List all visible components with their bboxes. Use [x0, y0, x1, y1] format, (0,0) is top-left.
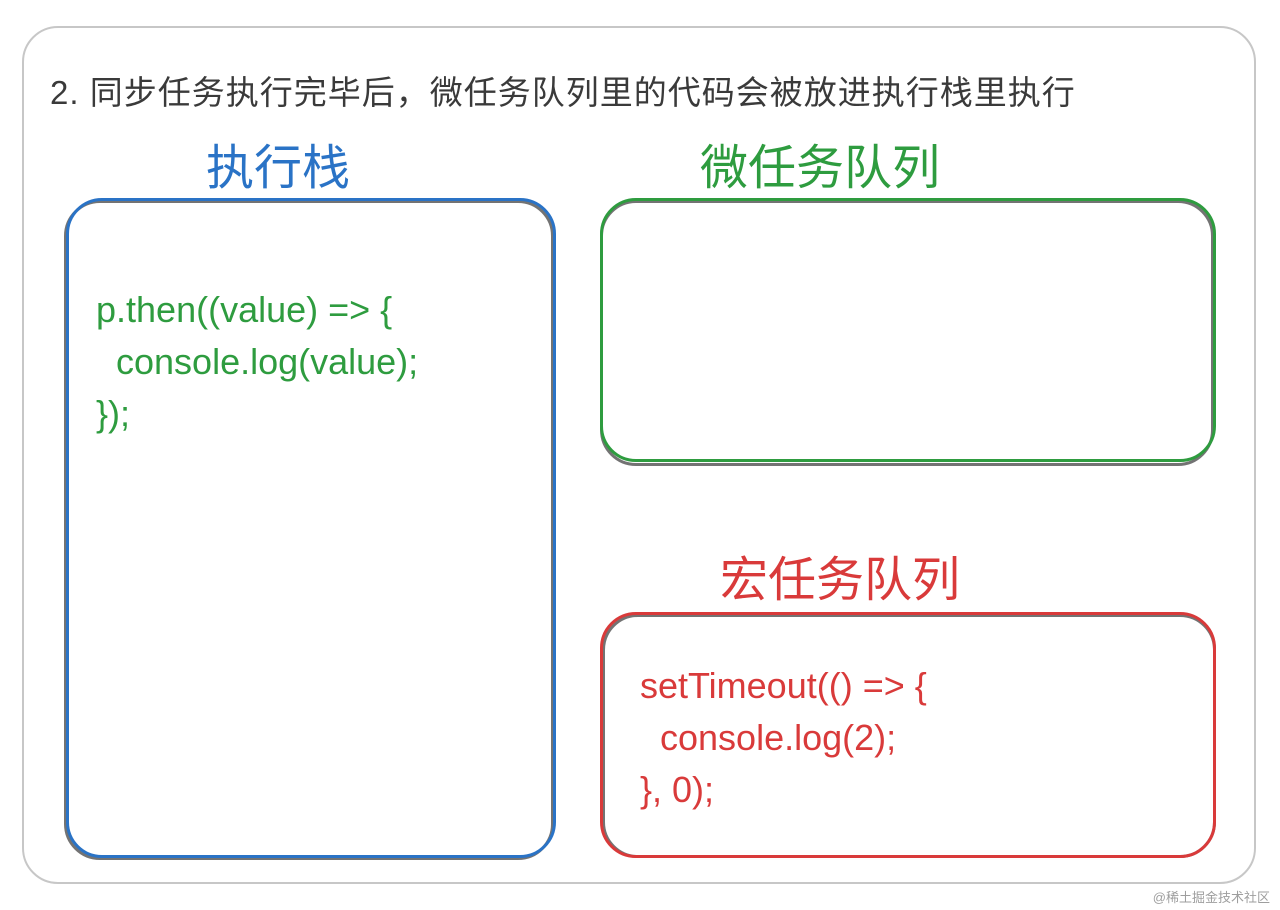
watermark: @稀土掘金技术社区	[1153, 887, 1270, 906]
execution-stack-label: 执行栈	[206, 128, 350, 198]
macrotask-queue-label: 宏任务队列	[720, 540, 960, 610]
step-title: 2. 同步任务执行完毕后，微任务队列里的代码会被放进执行栈里执行	[50, 66, 1076, 114]
microtask-queue-box	[600, 198, 1216, 462]
execution-stack-code: p.then((value) => { console.log(value); …	[96, 284, 418, 441]
macrotask-queue-code: setTimeout(() => { console.log(2); }, 0)…	[640, 660, 927, 817]
microtask-queue-label: 微任务队列	[700, 128, 940, 198]
